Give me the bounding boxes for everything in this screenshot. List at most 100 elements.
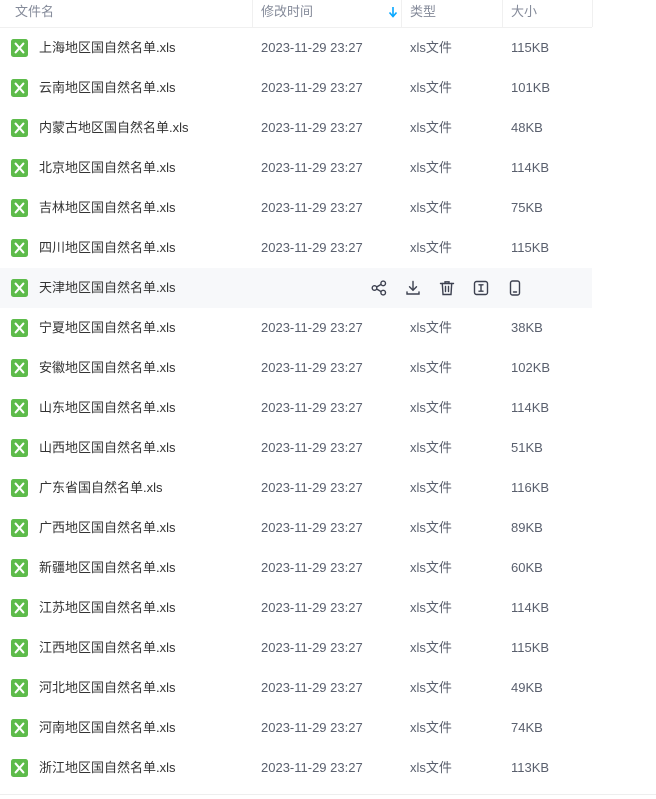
excel-file-icon: [11, 279, 28, 297]
file-size: 49KB: [511, 680, 543, 695]
file-name[interactable]: 吉林地区国自然名单.xls: [39, 188, 176, 228]
excel-file-icon: [11, 439, 28, 457]
file-size: 115KB: [511, 640, 550, 655]
file-type: xls文件: [410, 760, 452, 775]
sort-descending-arrow-icon[interactable]: [388, 6, 398, 18]
excel-file-icon: [11, 119, 28, 137]
file-row[interactable]: 江西地区国自然名单.xls 2023-11-29 23:27 xls文件 115…: [0, 628, 592, 668]
file-name[interactable]: 河南地区国自然名单.xls: [39, 708, 176, 748]
file-name[interactable]: 安徽地区国自然名单.xls: [39, 348, 176, 388]
file-name[interactable]: 宁夏地区国自然名单.xls: [39, 308, 176, 348]
excel-file-icon: [11, 479, 28, 497]
excel-file-icon: [11, 199, 28, 217]
share-icon[interactable]: [370, 279, 388, 297]
file-name[interactable]: 江苏地区国自然名单.xls: [39, 588, 176, 628]
file-size: 115KB: [511, 240, 550, 255]
file-modified-time: 2023-11-29 23:27: [261, 360, 363, 375]
file-row[interactable]: 北京地区国自然名单.xls 2023-11-29 23:27 xls文件 114…: [0, 148, 592, 188]
file-size: 48KB: [511, 120, 543, 135]
file-modified-time: 2023-11-29 23:27: [261, 600, 363, 615]
file-row[interactable]: 广西地区国自然名单.xls 2023-11-29 23:27 xls文件 89K…: [0, 508, 592, 548]
excel-file-icon: [11, 559, 28, 577]
file-modified-time: 2023-11-29 23:27: [261, 120, 363, 135]
file-row[interactable]: 云南地区国自然名单.xls 2023-11-29 23:27 xls文件 101…: [0, 68, 592, 108]
file-name[interactable]: 四川地区国自然名单.xls: [39, 228, 176, 268]
file-size: 114KB: [511, 400, 550, 415]
file-name[interactable]: 山东地区国自然名单.xls: [39, 388, 176, 428]
delete-icon[interactable]: [438, 279, 456, 297]
file-size: 114KB: [511, 160, 550, 175]
rename-icon[interactable]: [472, 279, 490, 297]
file-name[interactable]: 江西地区国自然名单.xls: [39, 628, 176, 668]
file-row[interactable]: 上海地区国自然名单.xls 2023-11-29 23:27 xls文件 115…: [0, 28, 592, 68]
file-modified-time: 2023-11-29 23:27: [261, 440, 363, 455]
file-size: 113KB: [511, 760, 550, 775]
file-row[interactable]: 江苏地区国自然名单.xls 2023-11-29 23:27 xls文件 114…: [0, 588, 592, 628]
divider: [0, 794, 656, 795]
file-modified-time: 2023-11-29 23:27: [261, 80, 363, 95]
file-name[interactable]: 广东省国自然名单.xls: [39, 468, 163, 508]
excel-file-icon: [11, 239, 28, 257]
file-row[interactable]: 新疆地区国自然名单.xls 2023-11-29 23:27 xls文件 60K…: [0, 548, 592, 588]
file-name[interactable]: 内蒙古地区国自然名单.xls: [39, 108, 189, 148]
file-modified-time: 2023-11-29 23:27: [261, 640, 363, 655]
file-type: xls文件: [410, 520, 452, 535]
file-modified-time: 2023-11-29 23:27: [261, 320, 363, 335]
file-row[interactable]: 河北地区国自然名单.xls 2023-11-29 23:27 xls文件 49K…: [0, 668, 592, 708]
file-row[interactable]: 四川地区国自然名单.xls 2023-11-29 23:27 xls文件 115…: [0, 228, 592, 268]
file-name[interactable]: 新疆地区国自然名单.xls: [39, 548, 176, 588]
file-type: xls文件: [410, 680, 452, 695]
file-name[interactable]: 北京地区国自然名单.xls: [39, 148, 176, 188]
file-name[interactable]: 云南地区国自然名单.xls: [39, 68, 176, 108]
send-to-phone-icon[interactable]: [506, 279, 524, 297]
file-row[interactable]: 吉林地区国自然名单.xls 2023-11-29 23:27 xls文件 75K…: [0, 188, 592, 228]
file-name[interactable]: 浙江地区国自然名单.xls: [39, 748, 176, 788]
file-row[interactable]: 山西地区国自然名单.xls 2023-11-29 23:27 xls文件 51K…: [0, 428, 592, 468]
file-row[interactable]: 内蒙古地区国自然名单.xls 2023-11-29 23:27 xls文件 48…: [0, 108, 592, 148]
file-name[interactable]: 上海地区国自然名单.xls: [39, 28, 176, 68]
file-size: 114KB: [511, 600, 550, 615]
file-type: xls文件: [410, 480, 452, 495]
file-row[interactable]: 山东地区国自然名单.xls 2023-11-29 23:27 xls文件 114…: [0, 388, 592, 428]
file-name[interactable]: 天津地区国自然名单.xls: [39, 268, 176, 308]
file-type: xls文件: [410, 120, 452, 135]
file-modified-time: 2023-11-29 23:27: [261, 240, 363, 255]
file-name[interactable]: 河北地区国自然名单.xls: [39, 668, 176, 708]
file-size: 38KB: [511, 320, 543, 335]
excel-file-icon: [11, 79, 28, 97]
excel-file-icon: [11, 679, 28, 697]
file-name[interactable]: 山西地区国自然名单.xls: [39, 428, 176, 468]
excel-file-icon: [11, 759, 28, 777]
column-header-time[interactable]: 修改时间: [253, 0, 402, 27]
file-type: xls文件: [410, 40, 452, 55]
download-icon[interactable]: [404, 279, 422, 297]
excel-file-icon: [11, 639, 28, 657]
file-row[interactable]: 广东省国自然名单.xls 2023-11-29 23:27 xls文件 116K…: [0, 468, 592, 508]
file-modified-time: 2023-11-29 23:27: [261, 400, 363, 415]
file-modified-time: 2023-11-29 23:27: [261, 560, 363, 575]
file-size: 74KB: [511, 720, 543, 735]
file-row[interactable]: 安徽地区国自然名单.xls 2023-11-29 23:27 xls文件 102…: [0, 348, 592, 388]
file-row[interactable]: 河南地区国自然名单.xls 2023-11-29 23:27 xls文件 74K…: [0, 708, 592, 748]
file-name[interactable]: 广西地区国自然名单.xls: [39, 508, 176, 548]
excel-file-icon: [11, 399, 28, 417]
excel-file-icon: [11, 599, 28, 617]
file-row[interactable]: 天津地区国自然名单.xls: [0, 268, 592, 308]
file-type: xls文件: [410, 400, 452, 415]
column-header-type[interactable]: 类型: [402, 0, 503, 27]
file-modified-time: 2023-11-29 23:27: [261, 40, 363, 55]
file-size: 115KB: [511, 40, 550, 55]
column-header-name[interactable]: 文件名: [0, 0, 253, 27]
file-row[interactable]: 宁夏地区国自然名单.xls 2023-11-29 23:27 xls文件 38K…: [0, 308, 592, 348]
file-type: xls文件: [410, 440, 452, 455]
file-size: 101KB: [511, 80, 551, 95]
file-type: xls文件: [410, 240, 452, 255]
file-list-header: 文件名 修改时间 类型 大小: [0, 0, 593, 28]
file-modified-time: 2023-11-29 23:27: [261, 520, 363, 535]
file-modified-time: 2023-11-29 23:27: [261, 720, 363, 735]
column-header-size[interactable]: 大小: [503, 0, 593, 27]
file-type: xls文件: [410, 600, 452, 615]
file-size: 89KB: [511, 520, 543, 535]
file-row[interactable]: 浙江地区国自然名单.xls 2023-11-29 23:27 xls文件 113…: [0, 748, 592, 788]
excel-file-icon: [11, 359, 28, 377]
